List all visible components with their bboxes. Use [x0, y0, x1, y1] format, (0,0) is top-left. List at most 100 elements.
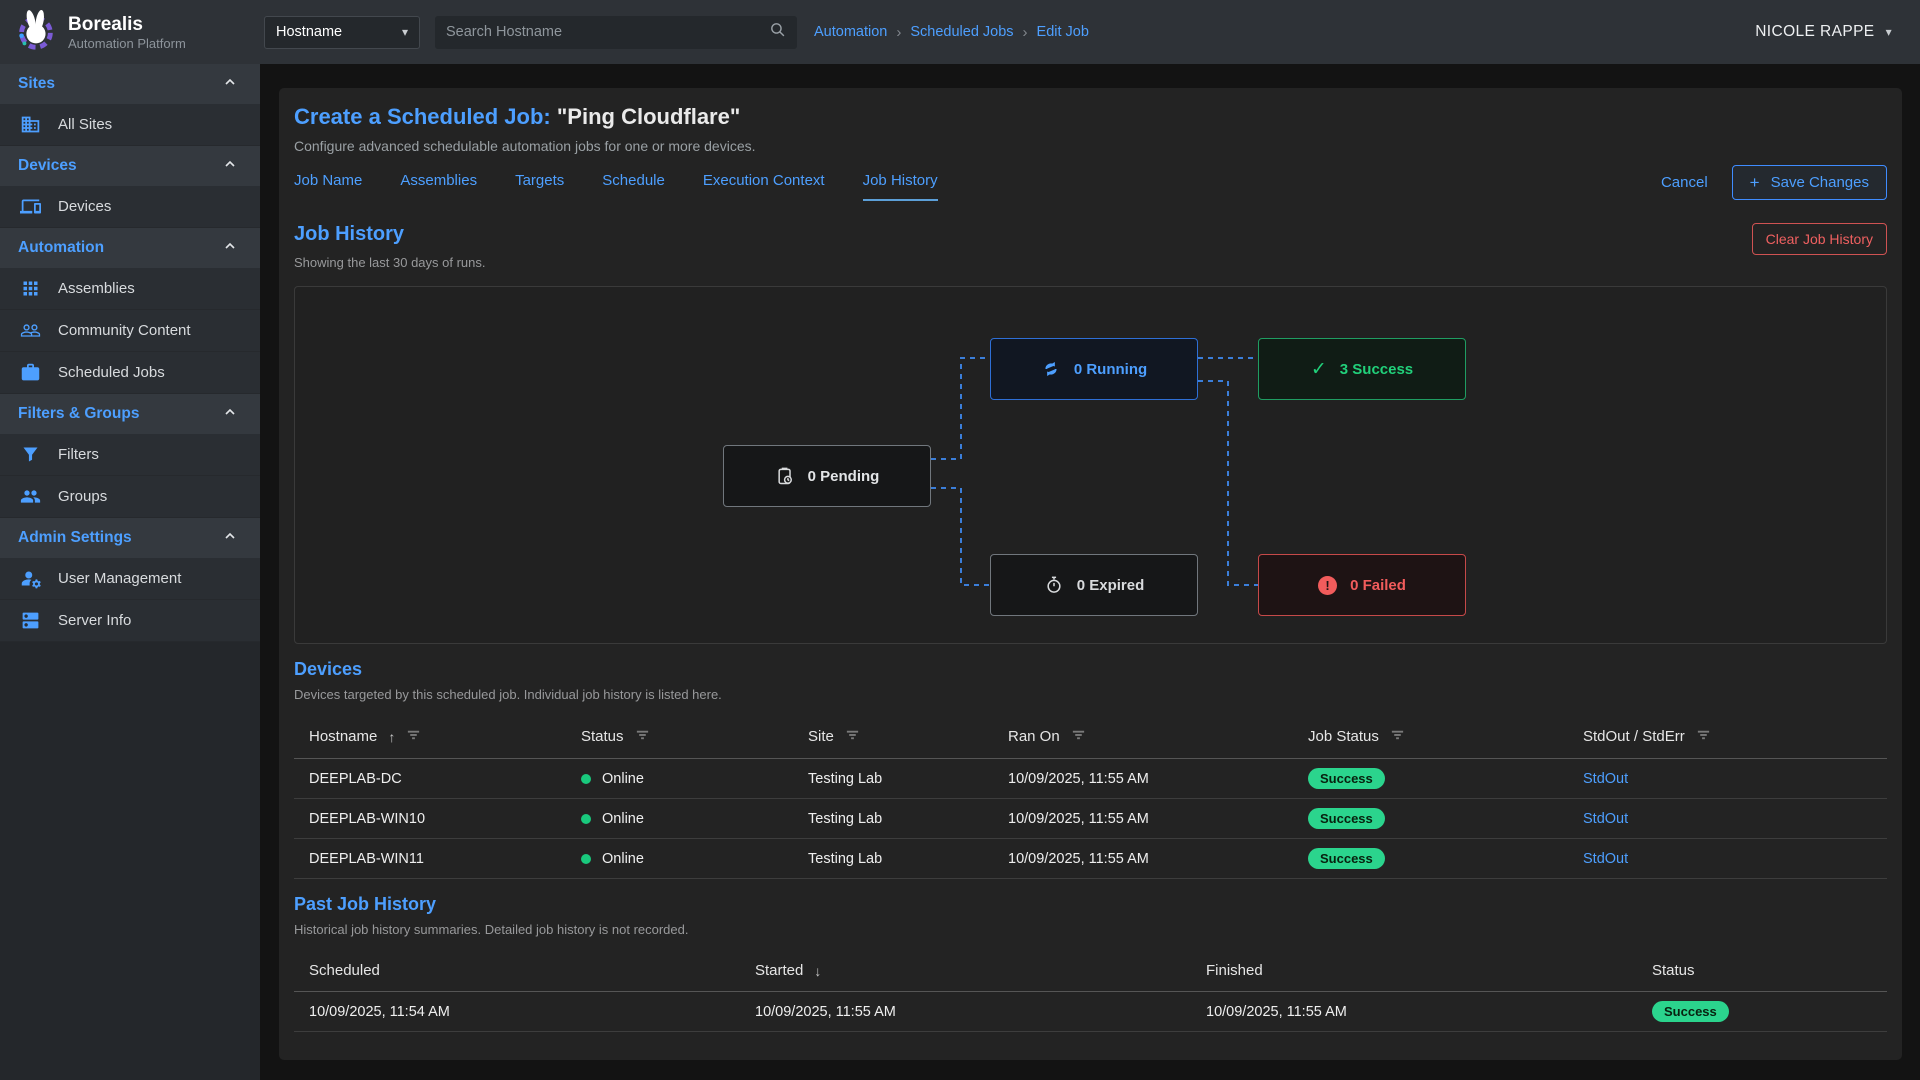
table-row: DEEPLAB-WIN11 Online Testing Lab 10/09/2… [294, 839, 1887, 879]
filter-icon[interactable] [635, 727, 650, 746]
tab-assemblies[interactable]: Assemblies [400, 172, 477, 201]
caret-down-icon: ▾ [1886, 25, 1892, 39]
hostname-select[interactable]: Hostname ▾ [264, 16, 420, 49]
stdout-link[interactable]: StdOut [1583, 851, 1628, 867]
column-header-status[interactable]: Status [566, 715, 793, 758]
chevron-up-icon [222, 404, 238, 425]
brand: Borealis Automation Platform [0, 0, 260, 64]
past-job-history-heading: Past Job History [294, 894, 1887, 915]
brand-subtitle: Automation Platform [68, 36, 186, 51]
section-label: Filters & Groups [18, 405, 139, 423]
sidebar-section-sites[interactable]: Sites [0, 64, 260, 104]
sidebar-section-automation[interactable]: Automation [0, 228, 260, 268]
user-name: NICOLE RAPPE [1755, 23, 1874, 41]
devices-table-header: Hostname ↑ Status Site Ran On Job Status [294, 715, 1887, 759]
stdout-link[interactable]: StdOut [1583, 771, 1628, 787]
user-gear-icon [20, 568, 41, 589]
search-box [435, 16, 797, 49]
funnel-icon [20, 444, 41, 465]
sidebar-section-filters-groups[interactable]: Filters & Groups [0, 394, 260, 434]
table-row: DEEPLAB-DC Online Testing Lab 10/09/2025… [294, 759, 1887, 799]
user-menu[interactable]: NICOLE RAPPE ▾ [1755, 23, 1892, 41]
item-label: Community Content [58, 322, 191, 339]
search-icon[interactable] [769, 21, 786, 43]
item-label: User Management [58, 570, 181, 587]
stopwatch-icon [1044, 575, 1064, 595]
item-label: All Sites [58, 116, 112, 133]
breadcrumb-edit-job[interactable]: Edit Job [1037, 24, 1089, 40]
cell-site: Testing Lab [793, 759, 993, 798]
search-input[interactable] [446, 24, 769, 40]
sidebar-item-scheduled-jobs[interactable]: Scheduled Jobs [0, 352, 260, 394]
save-changes-button[interactable]: + Save Changes [1732, 165, 1887, 200]
section-label: Devices [18, 157, 77, 175]
column-header-started[interactable]: Started ↓ [740, 950, 1191, 991]
column-header-stdout-stderr[interactable]: StdOut / StdErr [1568, 715, 1887, 758]
column-header-job-status[interactable]: Job Status [1293, 715, 1568, 758]
filter-icon[interactable] [1390, 727, 1405, 746]
past-job-history-table: Scheduled Started ↓ Finished Status 10/0… [294, 950, 1887, 1032]
borealis-logo-icon [12, 7, 58, 58]
clear-job-history-button[interactable]: Clear Job History [1752, 223, 1887, 255]
item-label: Scheduled Jobs [58, 364, 165, 381]
item-label: Server Info [58, 612, 131, 629]
column-header-scheduled[interactable]: Scheduled [294, 950, 740, 991]
sidebar-item-assemblies[interactable]: Assemblies [0, 268, 260, 310]
breadcrumb-automation[interactable]: Automation [814, 24, 887, 40]
breadcrumb-scheduled-jobs[interactable]: Scheduled Jobs [910, 24, 1013, 40]
chevron-up-icon [222, 238, 238, 259]
item-label: Assemblies [58, 280, 135, 297]
stdout-link[interactable]: StdOut [1583, 811, 1628, 827]
cell-started: 10/09/2025, 11:55 AM [740, 992, 1191, 1031]
tab-execution-context[interactable]: Execution Context [703, 172, 825, 201]
status-badge: Success [1308, 848, 1385, 869]
cell-site: Testing Lab [793, 839, 993, 878]
status-box-success: ✓ 3 Success [1258, 338, 1466, 400]
filter-icon[interactable] [1071, 727, 1086, 746]
filter-icon[interactable] [845, 727, 860, 746]
tab-targets[interactable]: Targets [515, 172, 564, 201]
online-dot-icon [581, 854, 591, 864]
sidebar-item-devices[interactable]: Devices [0, 186, 260, 228]
tab-job-name[interactable]: Job Name [294, 172, 362, 201]
item-label: Devices [58, 198, 111, 215]
devices-table: Hostname ↑ Status Site Ran On Job Status [294, 715, 1887, 879]
status-box-expired: 0 Expired [990, 554, 1198, 616]
sidebar-section-admin-settings[interactable]: Admin Settings [0, 518, 260, 558]
cancel-button[interactable]: Cancel [1661, 174, 1708, 191]
tab-schedule[interactable]: Schedule [602, 172, 665, 201]
sidebar-item-all-sites[interactable]: All Sites [0, 104, 260, 146]
sidebar: Borealis Automation Platform Sites All S… [0, 0, 260, 1080]
column-header-site[interactable]: Site [793, 715, 993, 758]
cell-status: Online [566, 799, 793, 838]
column-header-ran-on[interactable]: Ran On [993, 715, 1293, 758]
online-dot-icon [581, 814, 591, 824]
sidebar-item-server-info[interactable]: Server Info [0, 600, 260, 642]
sidebar-item-filters[interactable]: Filters [0, 434, 260, 476]
column-header-finished[interactable]: Finished [1191, 950, 1637, 991]
tab-job-history[interactable]: Job History [863, 172, 938, 201]
cell-stdout: StdOut [1568, 759, 1887, 798]
status-badge: Success [1308, 768, 1385, 789]
sidebar-nav: Sites All Sites Devices Devices Automati… [0, 64, 260, 642]
column-header-hostname[interactable]: Hostname ↑ [294, 715, 566, 758]
sidebar-item-community-content[interactable]: Community Content [0, 310, 260, 352]
cell-job-status: Success [1293, 839, 1568, 878]
chevron-up-icon [222, 528, 238, 549]
online-dot-icon [581, 774, 591, 784]
devices-heading: Devices [294, 659, 1887, 680]
cell-ran-on: 10/09/2025, 11:55 AM [993, 799, 1293, 838]
table-row: 10/09/2025, 11:54 AM 10/09/2025, 11:55 A… [294, 992, 1887, 1032]
filter-icon[interactable] [1696, 727, 1711, 746]
status-box-label: 3 Success [1340, 361, 1413, 378]
sidebar-item-user-management[interactable]: User Management [0, 558, 260, 600]
status-box-label: 0 Running [1074, 361, 1147, 378]
cell-status: Online [566, 839, 793, 878]
briefcase-icon [20, 362, 41, 383]
filter-icon[interactable] [406, 727, 421, 746]
tab-bar: Job Name Assemblies Targets Schedule Exe… [294, 172, 938, 201]
sidebar-section-devices[interactable]: Devices [0, 146, 260, 186]
sidebar-item-groups[interactable]: Groups [0, 476, 260, 518]
column-header-status[interactable]: Status [1637, 950, 1887, 991]
cell-ran-on: 10/09/2025, 11:55 AM [993, 759, 1293, 798]
